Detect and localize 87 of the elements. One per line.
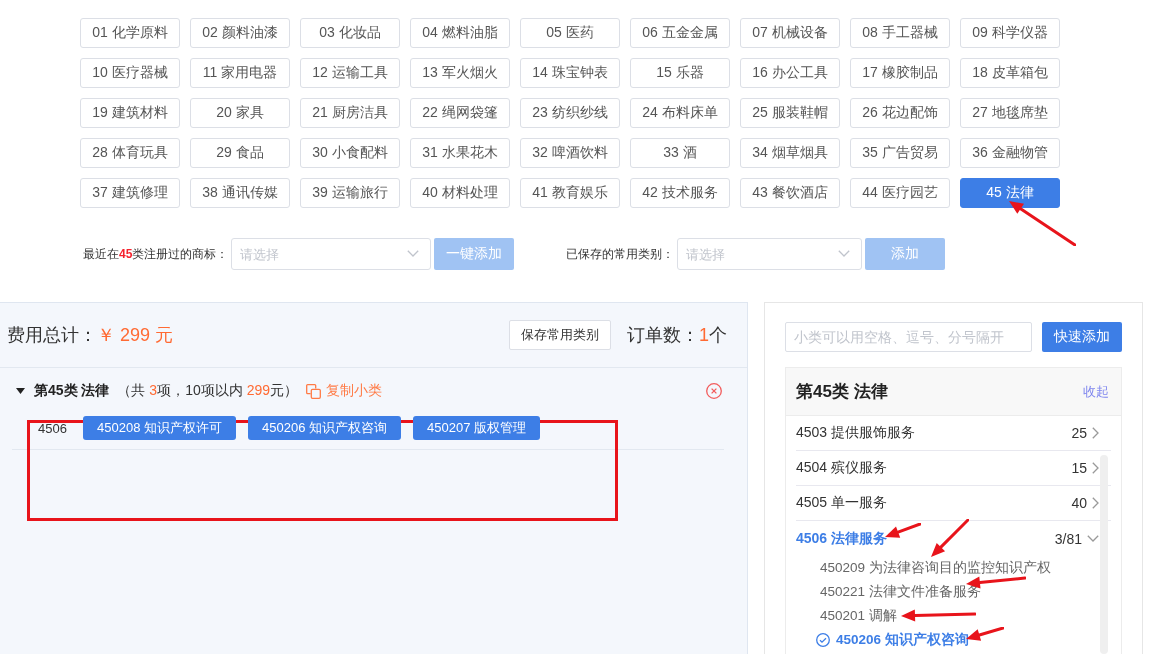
category-button[interactable]: 33 酒 — [630, 138, 730, 168]
category-button[interactable]: 12 运输工具 — [300, 58, 400, 88]
selected-item-tag[interactable]: 450207 版权管理 — [413, 416, 540, 440]
category-button[interactable]: 44 医疗园艺 — [850, 178, 950, 208]
chevron-right-icon[interactable] — [1092, 462, 1099, 474]
subclass-count: 15 — [1071, 460, 1087, 476]
subclass-item[interactable]: 450206 知识产权咨询 — [836, 631, 969, 649]
class-title: 第45类 法律 — [34, 382, 110, 400]
category-button[interactable]: 15 乐器 — [630, 58, 730, 88]
selected-item-tag[interactable]: 450206 知识产权咨询 — [248, 416, 401, 440]
category-button[interactable]: 28 体育玩具 — [80, 138, 180, 168]
category-button[interactable]: 02 颜料油漆 — [190, 18, 290, 48]
category-button[interactable]: 39 运输旅行 — [300, 178, 400, 208]
subclass-group-label: 4504 殡仪服务 — [796, 459, 888, 477]
category-button[interactable]: 20 家具 — [190, 98, 290, 128]
category-button[interactable]: 30 小食配料 — [300, 138, 400, 168]
total-cost-text: 费用总计：￥ 299 元 — [7, 324, 174, 347]
category-button[interactable]: 04 燃料油脂 — [410, 18, 510, 48]
category-button[interactable]: 21 厨房洁具 — [300, 98, 400, 128]
subclass-code: 4506 — [38, 420, 68, 436]
order-count-text: 订单数：1个 — [627, 324, 727, 347]
subclass-group-row[interactable]: 4503 提供服饰服务 25 — [796, 416, 1111, 451]
filter-label: 已保存的常用类别： — [566, 245, 675, 263]
save-button[interactable]: 保存常用类别 — [509, 320, 611, 350]
category-button[interactable]: 42 技术服务 — [630, 178, 730, 208]
category-button[interactable]: 32 啤酒饮料 — [520, 138, 620, 168]
category-button[interactable]: 37 建筑修理 — [80, 178, 180, 208]
category-button[interactable]: 36 金融物管 — [960, 138, 1060, 168]
category-button[interactable]: 40 材料处理 — [410, 178, 510, 208]
quick-add-button[interactable]: 快速添加 — [1042, 322, 1122, 352]
close-icon[interactable] — [706, 383, 722, 399]
category-button[interactable]: 13 军火烟火 — [410, 58, 510, 88]
annotation-arrow — [930, 519, 969, 558]
copy-icon — [306, 383, 321, 399]
class-summary-text: （共 3项，10项以内 299元） — [117, 382, 298, 400]
category-button[interactable]: 35 广告贸易 — [850, 138, 950, 168]
selected-item-tag[interactable]: 450208 知识产权许可 — [83, 416, 236, 440]
subclass-item[interactable]: 450209 为法律咨询目的监控知识产权 — [820, 559, 1051, 577]
select-field[interactable]: 请选择 — [677, 238, 863, 270]
chevron-down-icon[interactable] — [838, 250, 851, 257]
category-button[interactable]: 34 烟草烟具 — [740, 138, 840, 168]
subclass-count: 40 — [1071, 495, 1087, 511]
class-title: 第45类 法律 — [796, 381, 888, 403]
filter-label: 最近在45类注册过的商标： — [83, 245, 229, 263]
category-button[interactable]: 07 机械设备 — [740, 18, 840, 48]
category-button[interactable]: 26 花边配饰 — [850, 98, 950, 128]
subclass-count: 3/81 — [1054, 530, 1082, 547]
category-button[interactable]: 43 餐饮酒店 — [740, 178, 840, 208]
caret-down-icon[interactable] — [16, 388, 25, 394]
category-button[interactable]: 14 珠宝钟表 — [520, 58, 620, 88]
category-button[interactable]: 25 服装鞋帽 — [740, 98, 840, 128]
subclass-count: 25 — [1071, 425, 1087, 441]
subclass-group-row[interactable]: 4506 法律服务 3/81 — [796, 521, 1111, 556]
subclass-group-label: 4506 法律服务 — [796, 529, 888, 548]
category-button[interactable]: 24 布料床单 — [630, 98, 730, 128]
subclass-group-label: 4503 提供服饰服务 — [796, 424, 916, 442]
subclass-group-label: 4505 单一服务 — [796, 494, 888, 512]
category-button[interactable]: 41 教育娱乐 — [520, 178, 620, 208]
category-button[interactable]: 05 医药 — [520, 18, 620, 48]
subclass-item[interactable]: 450221 法律文件准备服务 — [820, 583, 981, 601]
category-button[interactable]: 45 法律 — [960, 178, 1060, 208]
category-button[interactable]: 17 橡胶制品 — [850, 58, 950, 88]
category-button[interactable]: 31 水果花木 — [410, 138, 510, 168]
category-button[interactable]: 19 建筑材料 — [80, 98, 180, 128]
scrollbar-thumb[interactable] — [1100, 455, 1108, 654]
chevron-down-icon[interactable] — [1087, 535, 1099, 542]
category-button[interactable]: 01 化学原料 — [80, 18, 180, 48]
annotation-arrow — [1008, 200, 1076, 246]
category-button[interactable]: 18 皮革箱包 — [960, 58, 1060, 88]
category-button[interactable]: 06 五金金属 — [630, 18, 730, 48]
chevron-right-icon[interactable] — [1092, 497, 1099, 509]
category-button[interactable]: 09 科学仪器 — [960, 18, 1060, 48]
category-button[interactable]: 10 医疗器械 — [80, 58, 180, 88]
category-button[interactable]: 38 通讯传媒 — [190, 178, 290, 208]
category-button[interactable]: 11 家用电器 — [190, 58, 290, 88]
category-button[interactable]: 22 绳网袋篷 — [410, 98, 510, 128]
category-button[interactable]: 27 地毯席垫 — [960, 98, 1060, 128]
category-button[interactable]: 08 手工器械 — [850, 18, 950, 48]
category-button[interactable]: 29 食品 — [190, 138, 290, 168]
subclass-input[interactable]: 小类可以用空格、逗号、分号隔开 — [785, 322, 1032, 352]
category-button[interactable]: 23 纺织纱线 — [520, 98, 620, 128]
select-field[interactable]: 请选择 — [231, 238, 432, 270]
category-button[interactable]: 16 办公工具 — [740, 58, 840, 88]
category-button[interactable]: 03 化妆品 — [300, 18, 400, 48]
chevron-down-icon[interactable] — [407, 250, 420, 257]
chevron-right-icon[interactable] — [1092, 427, 1099, 439]
subclass-item[interactable]: 450201 调解 — [820, 607, 897, 625]
